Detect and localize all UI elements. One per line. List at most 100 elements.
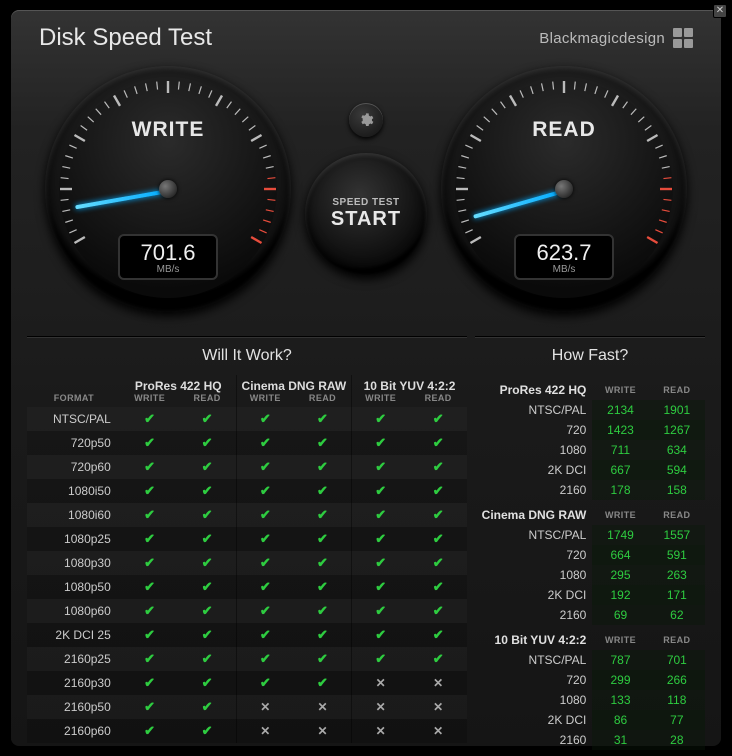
table-row: 1080 295 263: [475, 565, 705, 585]
table-row: 2K DCI 25✔✔✔✔✔✔: [27, 623, 467, 647]
wiw-row-label: 1080p25: [27, 527, 121, 551]
wiw-cell: ✔: [236, 623, 294, 647]
wiw-cell: ✕: [236, 719, 294, 743]
check-icon: ✔: [202, 699, 213, 714]
hf-sub-read: READ: [649, 375, 705, 400]
check-icon: ✔: [317, 507, 328, 522]
hf-section-name: ProRes 422 HQ: [475, 375, 592, 400]
check-icon: ✔: [260, 459, 271, 474]
wiw-cell: ✔: [178, 575, 236, 599]
wiw-cell: ✔: [121, 599, 179, 623]
will-it-work-table: ProRes 422 HQCinema DNG RAW10 Bit YUV 4:…: [27, 375, 467, 743]
wiw-cell: ✔: [352, 431, 410, 455]
wiw-cell: ✔: [178, 719, 236, 743]
wiw-cell: ✔: [178, 647, 236, 671]
hf-row-label: NTSC/PAL: [475, 650, 592, 670]
hf-read-value: 266: [649, 670, 705, 690]
brand: Blackmagicdesign: [539, 28, 693, 48]
write-readout: 701.6 MB/s: [118, 234, 218, 280]
wiw-row-label: 2160p60: [27, 719, 121, 743]
wiw-cell: ✕: [236, 695, 294, 719]
hf-body: ProRes 422 HQ WRITE READ NTSC/PAL 2134 1…: [475, 375, 705, 750]
table-row: 1080p30✔✔✔✔✔✔: [27, 551, 467, 575]
table-row: 2160p60✔✔✕✕✕✕: [27, 719, 467, 743]
will-it-work-panel: Will It Work? ProRes 422 HQCinema DNG RA…: [27, 336, 467, 750]
hf-sub-read: READ: [649, 625, 705, 650]
wiw-cell: ✔: [352, 527, 410, 551]
cross-icon: ✕: [376, 724, 386, 738]
wiw-row-label: 1080i50: [27, 479, 121, 503]
check-icon: ✔: [260, 627, 271, 642]
check-icon: ✔: [375, 459, 386, 474]
hf-row-label: 2K DCI: [475, 585, 592, 605]
hf-write-value: 178: [592, 480, 648, 500]
close-icon[interactable]: ✕: [713, 4, 727, 18]
check-icon: ✔: [260, 651, 271, 666]
wiw-cell: ✔: [178, 551, 236, 575]
wiw-cell: ✔: [352, 503, 410, 527]
start-button[interactable]: SPEED TEST START: [305, 153, 427, 275]
wiw-cell: ✔: [294, 575, 352, 599]
wiw-cell: ✔: [352, 647, 410, 671]
check-icon: ✔: [144, 699, 155, 714]
hf-row-label: 720: [475, 670, 592, 690]
wiw-group-header: 10 Bit YUV 4:2:2: [352, 375, 467, 393]
wiw-cell: ✔: [121, 527, 179, 551]
check-icon: ✔: [375, 507, 386, 522]
check-icon: ✔: [433, 579, 444, 594]
check-icon: ✔: [202, 459, 213, 474]
wiw-sub-write: WRITE: [236, 393, 294, 407]
read-value: 623.7: [516, 240, 612, 266]
hf-read-value: 77: [649, 710, 705, 730]
wiw-sub-write: WRITE: [352, 393, 410, 407]
read-unit: MB/s: [516, 264, 612, 275]
hf-section-header: Cinema DNG RAW WRITE READ: [475, 500, 705, 525]
table-row: 2K DCI 192 171: [475, 585, 705, 605]
wiw-group-header: Cinema DNG RAW: [236, 375, 351, 393]
wiw-cell: ✔: [294, 407, 352, 431]
write-gauge: WRITE 701.6 MB/s: [45, 66, 291, 312]
check-icon: ✔: [375, 483, 386, 498]
hf-section-header: ProRes 422 HQ WRITE READ: [475, 375, 705, 400]
table-row: 2160 178 158: [475, 480, 705, 500]
table-row: 2160p25✔✔✔✔✔✔: [27, 647, 467, 671]
wiw-cell: ✔: [236, 647, 294, 671]
hf-read-value: 118: [649, 690, 705, 710]
check-icon: ✔: [375, 603, 386, 618]
settings-button[interactable]: [349, 103, 383, 137]
wiw-cell: ✔: [178, 479, 236, 503]
table-row: 720 1423 1267: [475, 420, 705, 440]
brand-logo-icon: [673, 28, 693, 48]
wiw-cell: ✔: [178, 623, 236, 647]
gear-icon: [358, 112, 374, 128]
wiw-cell: ✔: [352, 479, 410, 503]
wiw-cell: ✔: [236, 407, 294, 431]
table-row: 720p50✔✔✔✔✔✔: [27, 431, 467, 455]
wiw-row-label: 2160p30: [27, 671, 121, 695]
cross-icon: ✕: [376, 700, 386, 714]
wiw-cell: ✔: [409, 455, 467, 479]
read-readout: 623.7 MB/s: [514, 234, 614, 280]
cross-icon: ✕: [260, 724, 270, 738]
table-row: 2160 69 62: [475, 605, 705, 625]
hf-sub-write: WRITE: [592, 375, 648, 400]
table-row: 2K DCI 86 77: [475, 710, 705, 730]
wiw-cell: ✕: [352, 719, 410, 743]
wiw-cell: ✔: [409, 479, 467, 503]
app-title: Disk Speed Test: [39, 24, 212, 52]
table-row: 1080p50✔✔✔✔✔✔: [27, 575, 467, 599]
hf-write-value: 31: [592, 730, 648, 750]
hf-write-value: 664: [592, 545, 648, 565]
wiw-cell: ✔: [236, 527, 294, 551]
how-fast-title: How Fast?: [475, 347, 705, 365]
check-icon: ✔: [317, 579, 328, 594]
check-icon: ✔: [202, 675, 213, 690]
wiw-cell: ✕: [294, 719, 352, 743]
check-icon: ✔: [433, 651, 444, 666]
brand-label: Blackmagicdesign: [539, 30, 665, 47]
wiw-cell: ✔: [121, 695, 179, 719]
table-row: 2160p30✔✔✔✔✕✕: [27, 671, 467, 695]
wiw-cell: ✔: [121, 551, 179, 575]
hf-read-value: 594: [649, 460, 705, 480]
check-icon: ✔: [317, 627, 328, 642]
